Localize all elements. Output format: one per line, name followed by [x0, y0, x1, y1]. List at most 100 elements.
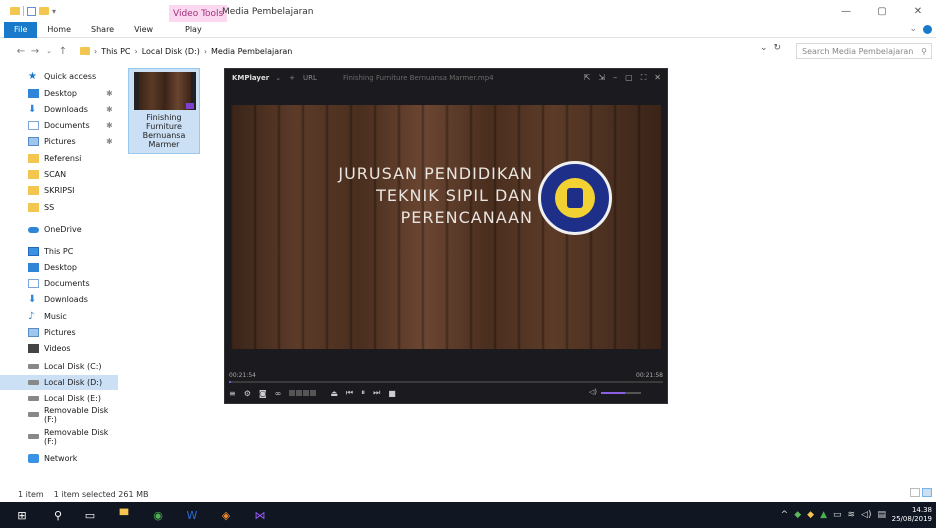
- settings-icon[interactable]: ⚙: [244, 389, 251, 398]
- forward-arrow-icon[interactable]: →: [28, 46, 42, 57]
- sidebar-item[interactable]: ★ Quick access: [0, 69, 118, 84]
- capture-icon[interactable]: ◙: [259, 389, 267, 398]
- sidebar-item[interactable]: Referensi: [0, 151, 118, 166]
- minimize-icon[interactable]: –: [613, 73, 617, 83]
- pin-icon[interactable]: ✱: [106, 89, 113, 98]
- player-brand[interactable]: KMPlayer: [232, 74, 269, 82]
- sidebar-item[interactable]: ⬇ Downloads: [0, 292, 118, 307]
- seek-bar[interactable]: [229, 381, 663, 383]
- sidebar-item[interactable]: Desktop: [0, 260, 118, 275]
- aspect-button[interactable]: [310, 390, 317, 396]
- kmplayer-window[interactable]: KMPlayer ⌄ + URL Finishing Furniture Ber…: [224, 68, 668, 404]
- sidebar-item[interactable]: Local Disk (D:): [0, 375, 118, 390]
- customize-toolbar-icon[interactable]: ▾: [52, 7, 56, 16]
- pause-icon[interactable]: ⏸: [361, 388, 365, 398]
- clock[interactable]: 14.38 25/08/2019: [892, 506, 932, 524]
- tab-home[interactable]: Home: [37, 22, 81, 38]
- fullscreen-icon[interactable]: ⛶: [641, 73, 647, 83]
- context-tab-video-tools[interactable]: Video Tools: [169, 5, 228, 22]
- notifications-icon[interactable]: ▤: [877, 510, 886, 520]
- properties-icon[interactable]: [27, 6, 36, 16]
- address-bar[interactable]: › This PC › Local Disk (D:) › Media Pemb…: [80, 43, 786, 59]
- sidebar-item[interactable]: Documents ✱: [0, 118, 118, 133]
- tray-app-icon[interactable]: ▲: [820, 510, 827, 520]
- sidebar-item[interactable]: Removable Disk (F:): [0, 406, 118, 424]
- new-folder-icon[interactable]: [39, 7, 49, 15]
- sidebar-item[interactable]: OneDrive: [0, 222, 118, 237]
- previous-icon[interactable]: ⏮: [346, 388, 353, 398]
- up-arrow-icon[interactable]: ↑: [56, 46, 70, 57]
- chrome-icon[interactable]: ◉: [150, 507, 166, 523]
- address-dropdown-icon[interactable]: ⌄: [760, 43, 768, 53]
- sidebar-item[interactable]: Local Disk (C:): [0, 359, 118, 374]
- player-menu-chevron-icon[interactable]: ⌄: [275, 74, 281, 82]
- pin-icon[interactable]: ✱: [106, 105, 113, 114]
- breadcrumb-this-pc[interactable]: This PC: [101, 47, 130, 56]
- sidebar-item[interactable]: Videos: [0, 341, 118, 356]
- large-icons-view-button[interactable]: [922, 488, 932, 497]
- windows-start-icon[interactable]: ⊞: [14, 507, 30, 523]
- help-icon[interactable]: [923, 24, 932, 34]
- expand-ribbon-icon[interactable]: ⌄: [909, 24, 917, 34]
- tab-file[interactable]: File: [4, 21, 38, 38]
- refresh-icon[interactable]: ↻: [774, 43, 782, 53]
- app-icon[interactable]: ◈: [218, 507, 234, 523]
- tray-app-icon[interactable]: ◆: [794, 510, 801, 520]
- search-input[interactable]: Search Media Pembelajaran ⚲: [796, 43, 932, 59]
- network-icon[interactable]: ≋: [848, 510, 856, 520]
- subtitle-button[interactable]: [303, 390, 310, 396]
- url-button[interactable]: URL: [303, 74, 317, 82]
- recent-locations-icon[interactable]: ⌄: [42, 47, 56, 55]
- tab-play[interactable]: Play: [175, 22, 212, 38]
- file-item-video[interactable]: Finishing Furniture Bernuansa Marmer: [128, 68, 200, 154]
- video-filter-button[interactable]: [296, 390, 303, 396]
- pin-icon[interactable]: ⇱: [584, 73, 591, 83]
- sidebar-item[interactable]: This PC: [0, 244, 118, 259]
- volume-slider[interactable]: [601, 392, 641, 394]
- menu-icon[interactable]: ≡: [229, 389, 236, 398]
- task-view-icon[interactable]: ▭: [82, 507, 98, 523]
- compact-icon[interactable]: ⇲: [598, 73, 605, 83]
- tray-app-icon[interactable]: ◆: [807, 510, 814, 520]
- close-icon[interactable]: ✕: [654, 73, 661, 83]
- eject-icon[interactable]: ⏏: [330, 389, 338, 398]
- sidebar-item[interactable]: Pictures: [0, 325, 118, 340]
- maximize-button[interactable]: ▢: [864, 0, 900, 22]
- back-arrow-icon[interactable]: ←: [14, 46, 28, 57]
- chevron-up-icon[interactable]: ^: [781, 510, 789, 520]
- volume-icon[interactable]: ◁): [589, 388, 597, 396]
- minimize-button[interactable]: —: [828, 0, 864, 22]
- sidebar-item[interactable]: Pictures ✱: [0, 134, 118, 149]
- sidebar-item[interactable]: Desktop ✱: [0, 86, 118, 101]
- sidebar-item[interactable]: Network: [0, 451, 118, 466]
- tab-view[interactable]: View: [124, 22, 163, 38]
- sidebar-item[interactable]: SCAN: [0, 167, 118, 182]
- video-frame[interactable]: JURUSAN PENDIDIKAN TEKNIK SIPIL DAN PERE…: [231, 105, 661, 349]
- pin-icon[interactable]: ✱: [106, 121, 113, 130]
- sidebar-item[interactable]: SKRIPSI: [0, 183, 118, 198]
- file-explorer-icon[interactable]: ▀: [116, 507, 132, 523]
- sidebar-item[interactable]: Documents: [0, 276, 118, 291]
- audio-filter-button[interactable]: [289, 390, 296, 396]
- speaker-icon[interactable]: ◁): [861, 510, 871, 520]
- tab-share[interactable]: Share: [81, 22, 124, 38]
- kmplayer-icon[interactable]: ⋈: [252, 507, 268, 523]
- plus-icon[interactable]: +: [289, 74, 295, 82]
- battery-icon[interactable]: ▭: [833, 510, 842, 520]
- sidebar-item[interactable]: SS: [0, 200, 118, 215]
- search-icon[interactable]: ⚲: [50, 507, 66, 523]
- breadcrumb-media-pembelajaran[interactable]: Media Pembelajaran: [211, 47, 292, 56]
- sidebar-item[interactable]: Removable Disk (F:): [0, 428, 118, 446]
- sidebar-item[interactable]: ⬇ Downloads ✱: [0, 102, 118, 117]
- next-icon[interactable]: ⏭: [373, 388, 380, 398]
- maximize-icon[interactable]: ▢: [625, 73, 633, 83]
- sidebar-item[interactable]: Local Disk (E:): [0, 391, 118, 406]
- close-button[interactable]: ✕: [900, 0, 936, 22]
- details-view-button[interactable]: [910, 488, 920, 497]
- stop-icon[interactable]: ■: [388, 389, 396, 398]
- breadcrumb-local-disk-d[interactable]: Local Disk (D:): [142, 47, 200, 56]
- word-icon[interactable]: W: [184, 507, 200, 523]
- sidebar-item[interactable]: ♪ Music: [0, 309, 118, 324]
- vr-icon[interactable]: ∞: [275, 389, 282, 398]
- pin-icon[interactable]: ✱: [106, 137, 113, 146]
